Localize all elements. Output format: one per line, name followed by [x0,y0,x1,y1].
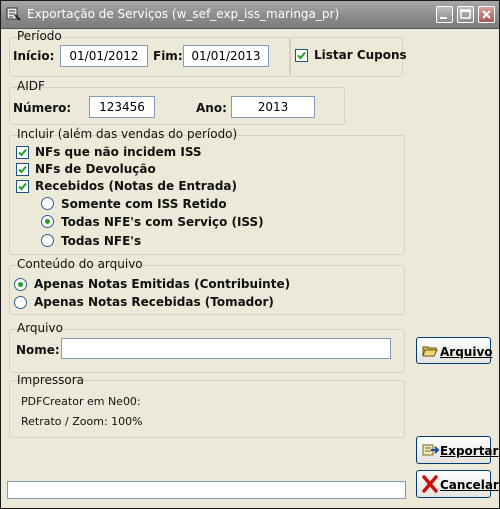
listar-cupons-checkbox[interactable] [295,49,308,62]
arquivo-button[interactable]: Arquivo [416,337,493,364]
recebidos-checkbox[interactable] [16,180,29,193]
dialog-client: Período Início: 01/01/2012 Fim: 01/01/20… [5,29,499,506]
title-bar[interactable]: Exportação de Serviços (w_sef_exp_iss_ma… [1,1,499,29]
nfs-nao-incidem-iss-label: NFs que não incidem ISS [35,145,202,159]
numero-field[interactable]: 123456 [89,96,155,118]
somente-iss-retido-label: Somente com ISS Retido [61,197,227,211]
notas-emitidas-label: Apenas Notas Emitidas (Contribuinte) [34,277,291,291]
notas-emitidas-radio[interactable] [14,278,27,291]
periodo-legend: Período [17,29,62,43]
ano-field[interactable]: 2013 [231,96,315,118]
fim-date-field[interactable]: 01/01/2013 [183,45,269,67]
listar-cupons-label: Listar Cupons [314,48,407,62]
minimize-icon [440,17,447,19]
exportar-button[interactable]: Exportar [416,436,498,464]
checkmark-icon [18,182,27,191]
maximize-button[interactable] [457,6,474,23]
conteudo-legend: Conteúdo do arquivo [17,257,143,271]
arquivo-legend: Arquivo [17,321,63,335]
inicio-date-field[interactable]: 01/01/2012 [60,45,148,67]
incluir-legend: Incluir (além das vendas do período) [17,127,238,141]
nome-label: Nome: [16,343,60,357]
recebidos-label: Recebidos (Notas de Entrada) [35,179,237,193]
minimize-button[interactable] [436,6,453,23]
cancelar-button[interactable]: Cancelar [416,470,499,498]
cancel-x-icon [422,475,438,493]
maximize-icon [460,9,471,19]
app-icon [6,7,21,21]
nome-field[interactable] [61,338,391,359]
fim-label: Fim: [153,49,183,63]
nfs-devolucao-label: NFs de Devolução [35,162,156,176]
checkmark-icon [18,165,27,174]
impressora-group [9,380,405,438]
todas-nfe-label: Todas NFE's [61,234,142,248]
todas-nfe-servico-label: Todas NFE's com Serviço (ISS) [61,215,264,229]
ano-label: Ano: [196,101,227,115]
folder-open-icon [422,346,438,357]
nfs-nao-incidem-iss-checkbox[interactable] [16,146,29,159]
close-icon [482,10,491,19]
close-button[interactable] [478,6,495,23]
todas-nfe-servico-radio[interactable] [41,215,54,228]
status-bar [7,481,406,499]
window-title: Exportação de Serviços (w_sef_exp_iss_ma… [27,7,340,21]
impressora-line2: Retrato / Zoom: 100% [21,415,143,428]
somente-iss-retido-radio[interactable] [41,197,54,210]
notas-recebidas-label: Apenas Notas Recebidas (Tomador) [34,295,274,309]
arquivo-button-label: Arquivo [440,345,493,359]
nfs-devolucao-checkbox[interactable] [16,163,29,176]
impressora-line1: PDFCreator em Ne00: [21,395,141,408]
numero-label: Número: [13,101,72,115]
inicio-label: Início: [13,49,55,63]
todas-nfe-radio[interactable] [41,234,54,247]
exportar-button-label: Exportar [440,444,499,458]
notas-recebidas-radio[interactable] [14,296,27,309]
impressora-legend: Impressora [17,373,85,387]
cancelar-button-label: Cancelar [440,478,499,492]
export-icon [422,444,439,456]
dialog-window: Exportação de Serviços (w_sef_exp_iss_ma… [0,0,500,509]
checkmark-icon [18,148,27,157]
aidf-legend: AIDF [17,79,45,93]
checkmark-icon [297,51,306,60]
